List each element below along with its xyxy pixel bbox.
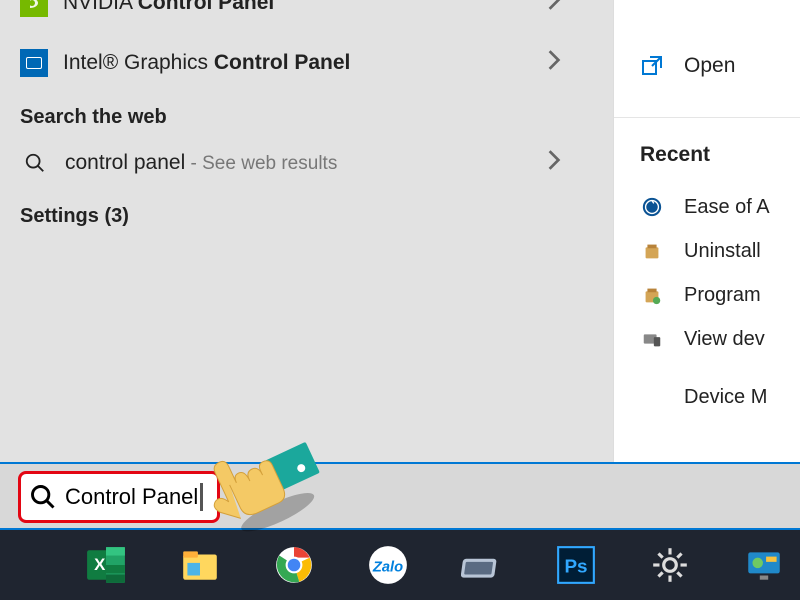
- taskbar-chrome-icon[interactable]: [273, 544, 315, 586]
- svg-text:Ps: Ps: [564, 556, 587, 577]
- search-input-box[interactable]: Control Panel: [18, 471, 220, 523]
- uninstall-icon: [640, 239, 664, 263]
- result-intel-graphics-control-panel[interactable]: Intel® Graphics Control Panel: [0, 38, 613, 88]
- open-label: Open: [684, 54, 735, 78]
- nvidia-icon: [20, 0, 48, 17]
- devices-icon: [640, 327, 664, 351]
- recent-item-device-manager[interactable]: Device M: [614, 361, 800, 419]
- recent-item-view-devices[interactable]: View dev: [614, 317, 800, 361]
- taskbar-file-explorer-icon[interactable]: [179, 544, 221, 586]
- programs-icon: [640, 283, 664, 307]
- ease-of-access-icon: [640, 195, 664, 219]
- section-header-search-web: Search the web: [0, 88, 613, 139]
- recent-item-uninstall[interactable]: Uninstall: [614, 229, 800, 273]
- result-text: Intel® Graphics Control Panel: [63, 51, 547, 75]
- taskbar-photoshop-icon[interactable]: Ps: [555, 544, 597, 586]
- recent-item-ease-of-access[interactable]: Ease of A: [614, 185, 800, 229]
- open-icon: [640, 54, 664, 78]
- intel-icon: [20, 49, 48, 77]
- svg-text:X: X: [94, 555, 106, 574]
- svg-text:Zalo: Zalo: [372, 559, 403, 575]
- result-web-search[interactable]: control panel - See web results: [0, 139, 613, 187]
- result-nvidia-control-panel[interactable]: NVIDIA Control Panel: [0, 0, 613, 28]
- taskbar-zalo-icon[interactable]: Zalo: [367, 544, 409, 586]
- taskbar-keyboard-icon[interactable]: [461, 544, 503, 586]
- recent-item-label: Ease of A: [684, 196, 770, 219]
- result-text: control panel - See web results: [65, 151, 547, 175]
- open-action[interactable]: Open: [614, 40, 800, 92]
- recent-item-programs[interactable]: Program: [614, 273, 800, 317]
- device-manager-icon: [640, 385, 664, 409]
- divider: [614, 117, 800, 118]
- chevron-right-icon: [547, 149, 561, 177]
- taskbar: X Zalo Ps: [0, 530, 800, 600]
- recent-item-label: Device M: [684, 386, 767, 409]
- section-header-settings: Settings (3): [0, 187, 613, 238]
- taskbar-settings-icon[interactable]: [649, 544, 691, 586]
- recent-item-label: Uninstall: [684, 240, 761, 263]
- recent-item-label: View dev: [684, 328, 765, 351]
- recent-header: Recent: [614, 143, 800, 185]
- search-icon: [29, 483, 57, 511]
- taskbar-excel-icon[interactable]: X: [85, 544, 127, 586]
- recent-item-label: Program: [684, 284, 761, 307]
- chevron-right-icon: [547, 49, 561, 77]
- search-icon: [24, 152, 46, 174]
- result-text: NVIDIA Control Panel: [63, 0, 547, 15]
- search-input-value: Control Panel: [65, 484, 198, 510]
- taskbar-monitor-icon[interactable]: [743, 544, 785, 586]
- chevron-right-icon: [547, 0, 561, 17]
